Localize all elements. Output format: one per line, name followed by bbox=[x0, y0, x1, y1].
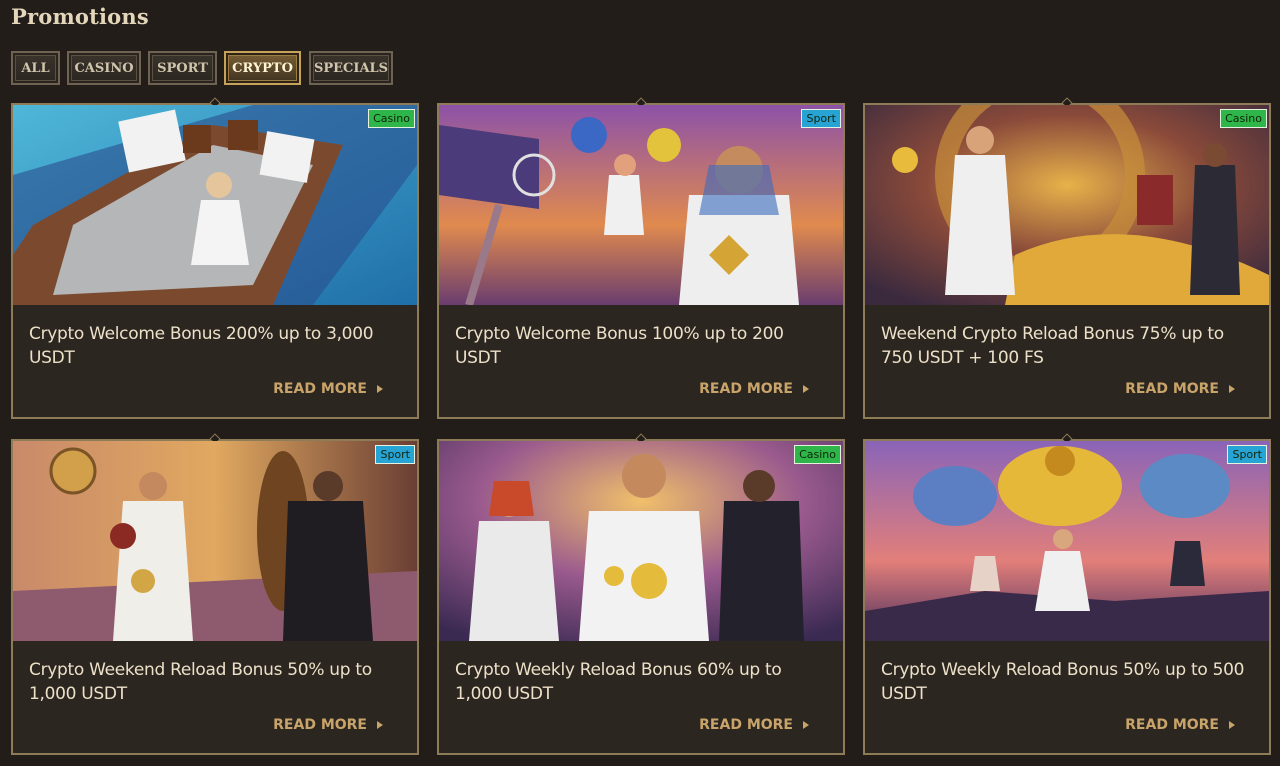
category-badge: Sport bbox=[1227, 445, 1267, 464]
arrow-right-icon bbox=[1229, 385, 1235, 393]
read-more-link[interactable]: READ MORE bbox=[699, 381, 809, 397]
promotion-title: Crypto Welcome Bonus 100% up to 200 USDT bbox=[455, 324, 784, 368]
filter-tab-sport[interactable]: SPORT bbox=[148, 51, 217, 85]
filter-tab-casino[interactable]: CASINO bbox=[67, 51, 141, 85]
read-more-label: READ MORE bbox=[1125, 717, 1219, 733]
promotion-card[interactable]: Casino Crypto Weekly Reload Bonus 60% up… bbox=[437, 439, 845, 755]
read-more-label: READ MORE bbox=[699, 717, 793, 733]
promotion-card[interactable]: Casino Weekend Crypto Reload Bonus 75% u… bbox=[863, 103, 1271, 419]
read-more-link[interactable]: READ MORE bbox=[1125, 717, 1235, 733]
promotion-card[interactable]: Casino Crypto Welcome Bonus 200% up to 3… bbox=[11, 103, 419, 419]
promotion-card[interactable]: Sport Crypto Welcome Bonus 100% up to 20… bbox=[437, 103, 845, 419]
page-title: Promotions bbox=[11, 4, 149, 29]
filter-tab-crypto[interactable]: CRYPTO bbox=[224, 51, 301, 85]
read-more-link[interactable]: READ MORE bbox=[273, 381, 383, 397]
arrow-right-icon bbox=[377, 385, 383, 393]
crypto-parachutes-image[interactable] bbox=[865, 441, 1269, 641]
read-more-link[interactable]: READ MORE bbox=[699, 717, 809, 733]
category-badge: Sport bbox=[375, 445, 415, 464]
read-more-link[interactable]: READ MORE bbox=[1125, 381, 1235, 397]
category-badge: Casino bbox=[368, 109, 415, 128]
category-badge: Casino bbox=[1220, 109, 1267, 128]
read-more-link[interactable]: READ MORE bbox=[273, 717, 383, 733]
filter-tab-specials[interactable]: SPECIALS bbox=[309, 51, 393, 85]
read-more-label: READ MORE bbox=[273, 717, 367, 733]
category-badge: Casino bbox=[794, 445, 841, 464]
promotion-title: Crypto Weekend Reload Bonus 50% up to 1,… bbox=[29, 660, 372, 704]
pharaoh-speedboat-dice-image[interactable] bbox=[13, 105, 417, 305]
vault-coins-image[interactable] bbox=[865, 105, 1269, 305]
read-more-label: READ MORE bbox=[273, 381, 367, 397]
pharaoh-rings-image[interactable] bbox=[439, 441, 843, 641]
basketball-cheerleader-image[interactable] bbox=[439, 105, 843, 305]
read-more-label: READ MORE bbox=[1125, 381, 1219, 397]
promotion-title: Crypto Weekly Reload Bonus 60% up to 1,0… bbox=[455, 660, 782, 704]
boxing-ring-image[interactable] bbox=[13, 441, 417, 641]
promotion-card[interactable]: Sport Crypto Weekly Reload Bonus 50% up … bbox=[863, 439, 1271, 755]
promotion-title: Crypto Weekly Reload Bonus 50% up to 500… bbox=[881, 660, 1245, 704]
read-more-label: READ MORE bbox=[699, 381, 793, 397]
arrow-right-icon bbox=[1229, 721, 1235, 729]
arrow-right-icon bbox=[803, 721, 809, 729]
arrow-right-icon bbox=[803, 385, 809, 393]
category-badge: Sport bbox=[801, 109, 841, 128]
promotion-title: Crypto Welcome Bonus 200% up to 3,000 US… bbox=[29, 324, 374, 368]
filter-tab-all[interactable]: ALL bbox=[11, 51, 60, 85]
promotion-title: Weekend Crypto Reload Bonus 75% up to 75… bbox=[881, 324, 1224, 368]
promotion-card[interactable]: Sport Crypto Weekend Reload Bonus 50% up… bbox=[11, 439, 419, 755]
arrow-right-icon bbox=[377, 721, 383, 729]
